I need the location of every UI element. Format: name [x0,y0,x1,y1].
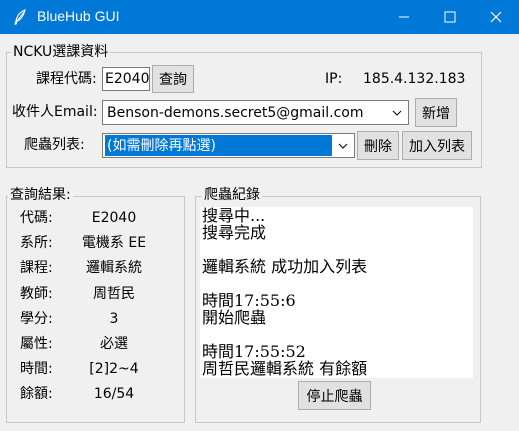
log-line: 邏輯系統 成功加入列表 [202,257,368,276]
attribute-value: 必選 [100,336,128,352]
credits-value: 3 [109,311,119,327]
add-to-list-button[interactable]: 加入列表 [402,131,472,160]
log-group-title: 爬蟲紀錄 [202,187,262,203]
course-label: 課程: [20,260,53,276]
attribute-label: 屬性: [20,336,53,352]
crawler-list-combobox[interactable]: (如需刪除再點選) [102,133,355,158]
log-line: 時間17:55:52 [202,342,306,361]
title-bar[interactable]: BlueHub GUI [0,0,519,34]
feather-icon [12,8,28,25]
crawler-list-value: (如需刪除再點選) [105,135,332,156]
course-value: 邏輯系統 [86,260,142,276]
log-line: 周哲民邏輯系統 有餘額 [202,359,368,378]
course-code-input[interactable]: E2040 [102,67,150,91]
time-value: [2]2~4 [89,361,139,377]
time-label: 時間: [20,361,53,377]
department-label: 系所: [20,235,53,251]
code-value: E2040 [91,210,137,226]
teacher-value: 周哲民 [93,286,135,302]
stop-crawler-button[interactable]: 停止爬蟲 [298,381,371,410]
ncku-group-title: NCKU選課資料 [11,44,111,60]
department-value: 電機系 EE [81,235,147,251]
teacher-label: 教師: [20,286,53,302]
results-group-title: 查詢結果: [8,187,73,203]
chevron-down-icon[interactable] [332,134,354,157]
log-line: 搜尋完成 [202,223,267,242]
course-code-label: 課程代碼: [36,71,97,87]
log-line: 搜尋中... [202,207,266,225]
email-combobox[interactable]: Benson-demons.secret5@gmail.com [102,100,409,125]
email-value: Benson-demons.secret5@gmail.com [107,105,364,121]
close-button[interactable] [473,0,519,34]
ip-value: 185.4.132.183 [363,71,466,87]
maximize-button[interactable] [427,0,473,34]
log-textbox[interactable]: 搜尋中... 搜尋完成 邏輯系統 成功加入列表 時間17:55:6 開始爬蟲 時… [200,207,473,378]
crawler-list-label: 爬蟲列表: [24,137,85,153]
minimize-button[interactable] [381,0,427,34]
delete-button[interactable]: 刪除 [357,131,399,160]
code-label: 代碼: [20,210,53,226]
chevron-down-icon[interactable] [386,101,408,124]
ip-label: IP: [325,71,343,87]
remaining-label: 餘額: [20,386,53,402]
log-line: 時間17:55:6 [202,291,296,310]
add-email-button[interactable]: 新增 [415,98,457,127]
log-line: 開始爬蟲 [202,308,267,327]
query-button[interactable]: 查詢 [152,65,194,93]
remaining-value: 16/54 [93,386,135,402]
window-title: BlueHub GUI [37,8,120,24]
email-label: 收件人Email: [12,104,98,120]
credits-label: 學分: [20,311,53,327]
